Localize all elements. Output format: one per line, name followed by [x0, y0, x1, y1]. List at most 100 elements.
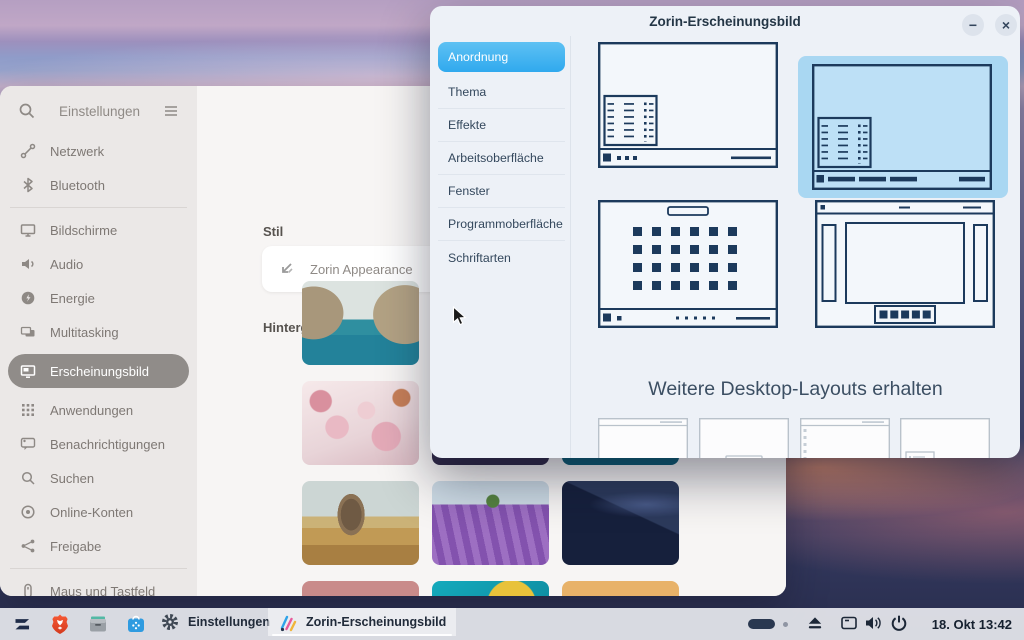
window-keyboard-icon[interactable] — [840, 614, 858, 632]
close-button[interactable]: × — [995, 14, 1017, 36]
layout-option-topbar-side-docks[interactable] — [815, 200, 995, 328]
sidebar-item-energie[interactable]: Energie — [8, 281, 189, 315]
wallpaper-thumbnail-orange-sand[interactable] — [562, 581, 679, 596]
appearance-icon — [20, 363, 36, 379]
sidebar-divider — [10, 207, 187, 208]
layout-option-fullscreen-app-grid[interactable] — [598, 200, 778, 328]
nav-item-programmoberflaeche[interactable]: Programmoberfläche — [438, 208, 565, 241]
workspace-indicator-active[interactable] — [748, 619, 775, 629]
mini-layout-thumbnail-topbar[interactable] — [598, 418, 688, 458]
gear-icon — [160, 612, 180, 632]
task-einstellungen[interactable]: Einstellungen — [150, 608, 280, 636]
task-label: Einstellungen — [188, 615, 270, 629]
sidebar-item-freigabe[interactable]: Freigabe — [8, 529, 189, 563]
audio-icon — [20, 256, 36, 272]
task-zorin-erscheinungsbild[interactable]: Zorin-Erscheinungsbild — [268, 608, 456, 636]
search-icon[interactable] — [18, 102, 36, 120]
clock[interactable]: 18. Okt 13:42 — [916, 617, 1012, 632]
sidebar-item-label: Bluetooth — [50, 178, 105, 193]
sidebar-item-bluetooth[interactable]: Bluetooth — [8, 168, 189, 202]
nav-item-anordnung[interactable]: Anordnung — [438, 42, 565, 72]
nav-item-thema[interactable]: Thema — [438, 76, 565, 109]
apps-grid-icon — [20, 402, 36, 418]
sidebar-divider — [10, 568, 187, 569]
sidebar-item-anwendungen[interactable]: Anwendungen — [8, 393, 189, 427]
desktop-background: Einstellungen Netzwerk Bluetooth Bildsch… — [0, 0, 1024, 640]
eject-icon[interactable] — [806, 614, 824, 632]
sidebar-item-maus-und-tastfeld[interactable]: Maus und Tastfeld — [8, 574, 189, 596]
minimize-button[interactable]: − — [962, 14, 984, 36]
sidebar-item-label: Erscheinungsbild — [50, 364, 149, 379]
multitasking-icon — [20, 324, 36, 340]
appearance-card-label: Zorin Appearance — [310, 262, 413, 277]
sidebar-item-label: Bildschirme — [50, 223, 117, 238]
hamburger-menu-icon[interactable] — [163, 103, 179, 119]
sidebar-item-label: Netzwerk — [50, 144, 104, 159]
layout-option-windows-style-selected[interactable] — [812, 64, 992, 190]
notifications-icon — [20, 436, 36, 452]
wallpaper-thumbnail-teal-yellow[interactable] — [432, 581, 549, 596]
power-icon[interactable] — [890, 614, 908, 632]
wallpaper-thumbnail-lavender-field[interactable] — [432, 481, 549, 565]
sidebar-item-label: Freigabe — [50, 539, 101, 554]
sidebar-item-suchen[interactable]: Suchen — [8, 461, 189, 495]
nav-item-fenster[interactable]: Fenster — [438, 175, 565, 208]
mouse-cursor — [452, 306, 468, 328]
displays-icon — [20, 222, 36, 238]
online-accounts-icon — [20, 504, 36, 520]
wallpaper-thumbnail-desert-monument[interactable] — [302, 481, 419, 565]
sidebar-item-bildschirme[interactable]: Bildschirme — [8, 213, 189, 247]
appearance-brush-icon — [278, 612, 298, 632]
bluetooth-icon — [20, 177, 36, 193]
network-icon — [20, 143, 36, 159]
wallpaper-thumbnail-cliffs-sea[interactable] — [302, 281, 419, 365]
sidebar-item-label: Maus und Tastfeld — [50, 584, 155, 597]
brave-browser-icon[interactable] — [49, 613, 71, 635]
task-label: Zorin-Erscheinungsbild — [306, 615, 446, 629]
zorin-appearance-window: Zorin-Erscheinungsbild − × Anordnung The… — [430, 6, 1020, 458]
wallpaper-thumbnail-cherry-blossom[interactable] — [302, 381, 419, 465]
wallpaper-thumbnail-sunset-clouds[interactable] — [302, 581, 419, 596]
layout-options-panel: Weitere Desktop-Layouts erhalten — [571, 36, 1020, 458]
wallpaper-thumbnail-dark-dune[interactable] — [562, 481, 679, 565]
more-layouts-heading: Weitere Desktop-Layouts erhalten — [571, 378, 1020, 401]
appearance-titlebar[interactable]: Zorin-Erscheinungsbild − × — [430, 6, 1020, 36]
mini-layout-thumbnail-corner-menu[interactable] — [900, 418, 990, 458]
sidebar-item-label: Benachrichtigungen — [50, 437, 165, 452]
sidebar-item-audio[interactable]: Audio — [8, 247, 189, 281]
sidebar-item-label: Suchen — [50, 471, 94, 486]
file-manager-icon[interactable] — [87, 613, 109, 635]
sidebar-item-erscheinungsbild[interactable]: Erscheinungsbild — [8, 354, 189, 388]
power-energy-icon — [20, 290, 36, 306]
nav-item-arbeitsoberflaeche[interactable]: Arbeitsoberfläche — [438, 142, 565, 175]
sidebar-item-label: Audio — [50, 257, 83, 272]
sidebar-item-label: Online-Konten — [50, 505, 133, 520]
sidebar-item-label: Anwendungen — [50, 403, 133, 418]
nav-item-effekte[interactable]: Effekte — [438, 109, 565, 142]
zorin-appearance-icon — [278, 260, 296, 278]
mouse-icon — [20, 583, 36, 596]
mini-layout-thumbnail-bottom-dock[interactable] — [699, 418, 789, 458]
layout-option-zorin-menu-taskbar[interactable] — [598, 42, 778, 168]
search-small-icon — [20, 470, 36, 486]
nav-item-schriftarten[interactable]: Schriftarten — [438, 241, 565, 274]
sidebar-item-label: Multitasking — [50, 325, 119, 340]
sidebar-item-multitasking[interactable]: Multitasking — [8, 315, 189, 349]
sidebar-item-netzwerk[interactable]: Netzwerk — [8, 134, 189, 168]
settings-header: Einstellungen — [10, 94, 187, 128]
sharing-icon — [20, 538, 36, 554]
settings-title: Einstellungen — [36, 104, 163, 119]
taskbar: Einstellungen Zorin-Erscheinungsbild — [0, 608, 1024, 640]
appearance-nav: Anordnung Thema Effekte Arbeitsoberfläch… — [438, 42, 565, 274]
workspace-indicator-dot[interactable] — [783, 622, 788, 627]
zorin-menu-icon[interactable] — [9, 611, 35, 637]
software-store-icon[interactable] — [125, 613, 147, 635]
style-heading: Stil — [263, 224, 283, 239]
window-title: Zorin-Erscheinungsbild — [430, 14, 1020, 29]
mini-layout-thumbnail-left-dock[interactable] — [800, 418, 890, 458]
sidebar-item-online-konten[interactable]: Online-Konten — [8, 495, 189, 529]
sidebar-item-label: Energie — [50, 291, 95, 306]
sidebar-item-benachrichtigungen[interactable]: Benachrichtigungen — [8, 427, 189, 461]
settings-sidebar: Einstellungen Netzwerk Bluetooth Bildsch… — [0, 86, 197, 596]
speaker-volume-icon[interactable] — [864, 614, 882, 632]
